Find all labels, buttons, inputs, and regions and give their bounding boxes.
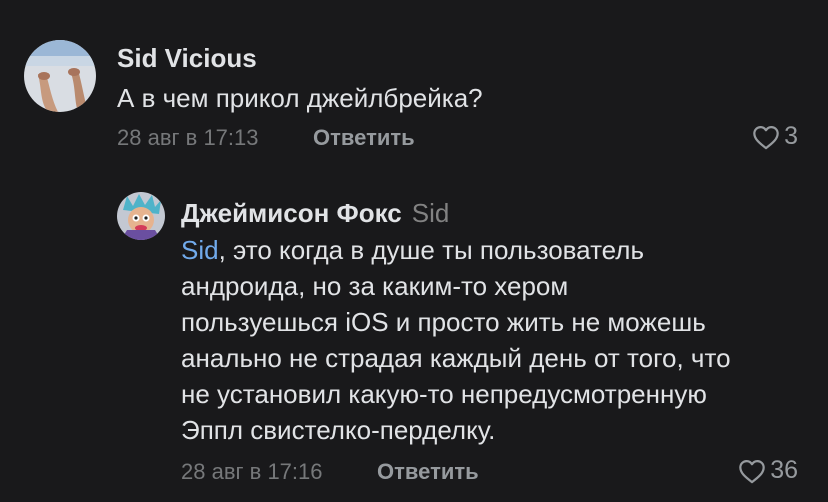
- reply-button[interactable]: Ответить: [377, 459, 479, 485]
- avatar[interactable]: [24, 40, 96, 112]
- comment-text: А в чем прикол джейлбрейка?: [117, 83, 483, 113]
- like-count: 3: [784, 122, 798, 150]
- text-line: не установил какую-то непредусмотренную: [181, 379, 707, 409]
- text-line: Sid, это когда в душе ты пользователь: [181, 235, 644, 265]
- like-button[interactable]: 3: [752, 122, 798, 151]
- avatar-image: [24, 40, 96, 112]
- comment-date[interactable]: 28 авг в 17:16: [181, 459, 323, 485]
- like-count: 36: [770, 456, 798, 484]
- text-line: андроида, но за каким-то хером: [181, 271, 569, 301]
- text-line: Эппл свистелко-перделку.: [181, 415, 496, 445]
- heart-icon: [739, 459, 765, 483]
- heart-icon: [753, 125, 779, 149]
- like-button[interactable]: 36: [738, 456, 798, 485]
- mention-link[interactable]: Sid: [181, 235, 219, 265]
- comment-text: Sid, это когда в душе ты пользователь ан…: [181, 232, 731, 448]
- comment-author[interactable]: Джеймисон Фокс Sid: [181, 198, 449, 229]
- reply-button[interactable]: Ответить: [313, 125, 415, 151]
- comment-date[interactable]: 28 авг в 17:13: [117, 125, 259, 151]
- author-name[interactable]: Джеймисон Фокс: [181, 198, 402, 228]
- text-line: анально не страдая каждый день от того, …: [181, 343, 731, 373]
- comment-author[interactable]: Sid Vicious: [117, 43, 257, 74]
- reply-to-label[interactable]: Sid: [412, 198, 450, 228]
- text-line: пользуешься iOS и просто жить не можешь: [181, 307, 706, 337]
- avatar[interactable]: [117, 192, 165, 240]
- avatar-image: [117, 192, 165, 240]
